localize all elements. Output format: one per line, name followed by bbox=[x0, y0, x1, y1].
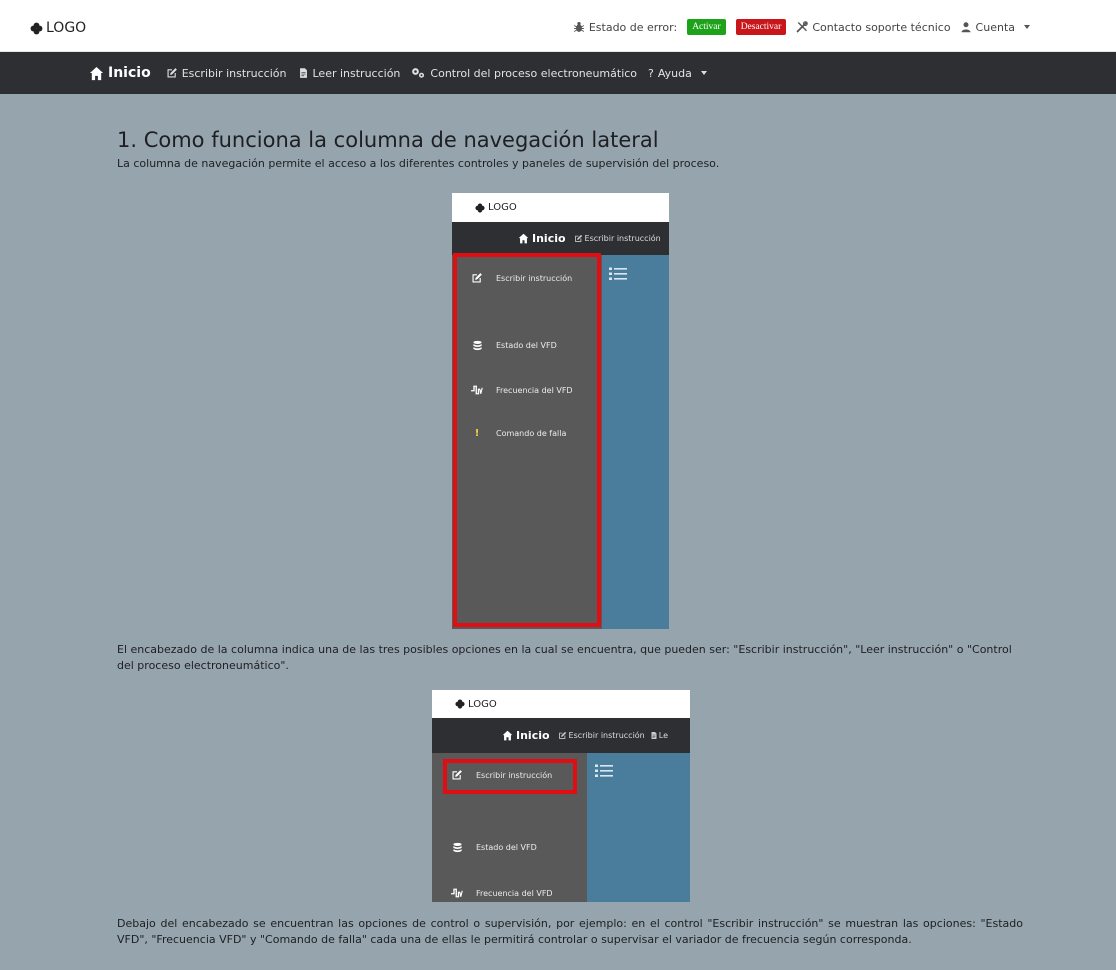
mock-nav-write: Escribir instrucción bbox=[584, 234, 661, 243]
mock-sidebar-item-label: Frecuencia del VFD bbox=[476, 888, 553, 898]
nav-help[interactable]: ? Ayuda bbox=[648, 67, 707, 80]
mock-nav-read: Le bbox=[658, 731, 669, 740]
content: 1. Como funciona la columna de navegació… bbox=[117, 128, 1023, 172]
account-dropdown[interactable]: Cuenta bbox=[960, 21, 1030, 34]
highlight-box bbox=[453, 253, 601, 627]
edit-icon bbox=[166, 67, 178, 79]
mock-header: LOGO bbox=[452, 193, 669, 222]
user-icon bbox=[960, 21, 972, 33]
mock-logo: LOGO bbox=[468, 698, 497, 710]
edit-icon bbox=[558, 731, 567, 740]
nav-read-label: Leer instrucción bbox=[312, 66, 401, 80]
caret-down-icon bbox=[700, 71, 707, 75]
mock-nav-home-label: Inicio bbox=[516, 729, 550, 742]
wave-icon bbox=[450, 886, 464, 900]
list-icon bbox=[595, 764, 613, 778]
activate-button[interactable]: Activar bbox=[687, 19, 726, 35]
file-icon bbox=[650, 731, 658, 740]
home-icon bbox=[89, 66, 104, 81]
mock-sidebar-item: Estado del VFD bbox=[450, 840, 537, 854]
question-icon: ? bbox=[648, 66, 654, 80]
list-icon bbox=[609, 267, 627, 281]
cogs-icon bbox=[411, 67, 426, 79]
caret-down-icon bbox=[1024, 25, 1030, 29]
sidebar-screenshot-1: LOGO Inicio Escribir instrucción Escribi… bbox=[452, 193, 669, 629]
account-label: Cuenta bbox=[975, 20, 1015, 34]
main-navbar: Inicio Escribir instrucción Leer instruc… bbox=[0, 52, 1116, 94]
edit-icon bbox=[574, 234, 583, 243]
bug-icon bbox=[573, 21, 585, 33]
home-icon bbox=[518, 233, 529, 244]
mock-nav-home: Inicio bbox=[518, 232, 566, 245]
mock-sidebar-item: Frecuencia del VFD bbox=[450, 886, 553, 900]
python-icon bbox=[30, 22, 43, 35]
error-state-label: Estado de error: bbox=[588, 20, 678, 34]
nav-write-label: Escribir instrucción bbox=[181, 66, 287, 80]
mock-navbar: Inicio Escribir instrucción bbox=[452, 222, 669, 255]
sidebar-screenshot-2: LOGO Inicio Escribir instrucción Le Escr… bbox=[432, 690, 690, 902]
nav-read[interactable]: Leer instrucción bbox=[298, 66, 401, 80]
header-explanation-paragraph: El encabezado de la columna indica una d… bbox=[117, 643, 1012, 672]
nav-help-label: Ayuda bbox=[657, 66, 692, 80]
options-explanation-paragraph: Debajo del encabezado se encuentran las … bbox=[117, 917, 1023, 946]
header-actions: Estado de error: Activar Desactivar Cont… bbox=[573, 19, 1030, 35]
mock-navbar: Inicio Escribir instrucción Le bbox=[432, 718, 690, 753]
support-link[interactable]: Contacto soporte técnico bbox=[796, 20, 951, 34]
mock-nav-home-label: Inicio bbox=[532, 232, 566, 245]
mock-main-panel bbox=[602, 255, 669, 629]
error-state: Estado de error: Activar Desactivar bbox=[573, 19, 787, 35]
nav-control[interactable]: Control del proceso electroneumático bbox=[411, 67, 637, 80]
nav-home-label: Inicio bbox=[108, 65, 151, 81]
mock-header: LOGO bbox=[432, 690, 690, 718]
python-icon bbox=[455, 699, 465, 709]
mock-sidebar-item-label: Estado del VFD bbox=[476, 842, 537, 852]
intro-paragraph: La columna de navegación permite el acce… bbox=[117, 157, 720, 170]
mock-nav-write: Escribir instrucción bbox=[568, 731, 645, 740]
python-icon bbox=[475, 203, 485, 213]
deactivate-button[interactable]: Desactivar bbox=[735, 19, 787, 35]
tools-icon bbox=[796, 21, 808, 33]
database-icon bbox=[450, 840, 464, 854]
file-icon bbox=[298, 67, 309, 79]
nav-write[interactable]: Escribir instrucción bbox=[166, 67, 287, 80]
home-icon bbox=[502, 730, 513, 741]
logo[interactable]: LOGO bbox=[30, 20, 86, 36]
top-bar: LOGO Estado de error: Activar Desactivar… bbox=[0, 0, 1116, 52]
nav-control-label: Control del proceso electroneumático bbox=[430, 66, 638, 80]
highlight-box bbox=[443, 759, 577, 794]
logo-text: LOGO bbox=[46, 20, 87, 36]
nav-home[interactable]: Inicio bbox=[89, 65, 151, 81]
mock-logo: LOGO bbox=[488, 202, 517, 213]
page-title: 1. Como funciona la columna de navegació… bbox=[117, 128, 659, 152]
mock-nav-home: Inicio bbox=[502, 729, 550, 742]
support-label: Contacto soporte técnico bbox=[812, 20, 951, 34]
